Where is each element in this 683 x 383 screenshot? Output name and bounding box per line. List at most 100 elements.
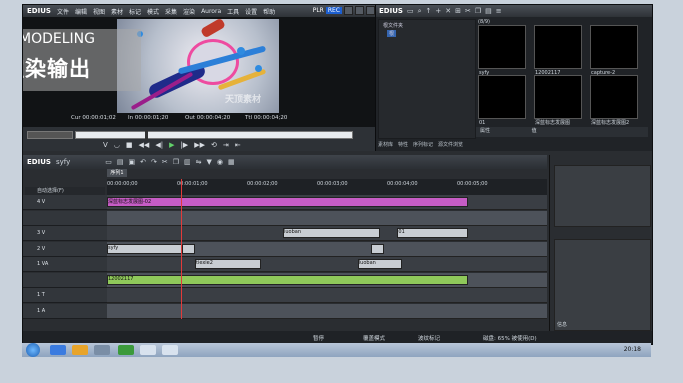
clip-thumb[interactable]: 12002117 [534,25,582,76]
taskbar-edius-icon[interactable] [118,345,134,355]
track-lane[interactable] [107,210,547,226]
insert-icon[interactable]: ⇥ [223,141,229,149]
paste-icon[interactable]: ▤ [485,7,492,15]
taskbar-app-icon[interactable] [162,345,178,355]
list-view-icon[interactable]: ≡ [496,7,502,15]
menu-help[interactable]: 帮助 [263,7,275,16]
plr-label[interactable]: PLR [313,7,324,14]
rewind-icon[interactable]: ◀◀ [139,141,150,149]
tab-sequence[interactable]: 序列1 [107,169,127,177]
plr-rec-toggle[interactable]: PLR REC [313,6,375,15]
stop-icon[interactable]: ■ [126,141,133,149]
rec-label[interactable]: REC [325,7,342,14]
search-icon[interactable]: ⌕ [418,7,422,16]
menu-capture[interactable]: 采集 [165,7,177,16]
track-lane[interactable] [107,288,547,303]
new-sequence-icon[interactable]: ▭ [105,158,112,166]
menu-aurora[interactable]: Aurora [201,8,221,15]
clip-thumb[interactable]: 深蓝标志发展图2 [590,75,638,126]
step-forward-icon[interactable]: |▶ [180,141,188,149]
export-icon[interactable]: ▦ [228,158,235,166]
track-lane[interactable]: 深蓝标志发展图-02 [107,195,547,210]
taskbar-app-icon[interactable] [94,345,110,355]
menu-edit[interactable]: 编辑 [75,7,87,16]
menu-mode[interactable]: 模式 [147,7,159,16]
clip-thumb[interactable]: 01 [478,75,526,126]
folder-icon[interactable]: ▭ [407,7,414,15]
cut-icon[interactable]: ✂ [162,158,168,166]
set-in-icon[interactable]: ᐯ [103,141,108,149]
track-header[interactable]: 3 V [23,226,107,241]
loop-icon[interactable]: ⟲ [211,141,217,149]
track-lane[interactable]: tiexie2 luoban [107,257,547,272]
track-header[interactable]: 1 T [23,288,107,303]
undo-icon[interactable]: ↶ [140,158,146,166]
clip-thumb[interactable]: 深蓝标志发展图 [534,75,582,126]
taskbar-app-icon[interactable] [140,345,156,355]
close-button[interactable] [366,6,375,15]
clip-thumb[interactable]: syfy [478,25,526,76]
shuttle-slider[interactable] [27,131,73,139]
track-lane[interactable]: 12002117 [107,272,547,288]
tree-folder[interactable]: 根 [387,30,397,37]
copy-icon[interactable]: ❐ [173,158,179,166]
open-icon[interactable]: ▤ [117,158,124,166]
menu-file[interactable]: 文件 [57,7,69,16]
track-lane[interactable]: syfy [107,241,547,257]
add-clip-icon[interactable]: ⊞ [455,7,461,15]
paste-icon[interactable]: ▥ [184,158,191,166]
timeline-clip[interactable]: 12002117 [107,274,468,285]
set-out-icon[interactable]: ◡ [114,141,120,149]
tab-sequence-markers[interactable]: 序列标记 [413,141,433,148]
menu-marker[interactable]: 标记 [129,7,141,16]
menu-clip[interactable]: 素材 [111,7,123,16]
maximize-button[interactable] [355,6,364,15]
timeline-clip[interactable]: tiexie2 [195,259,261,269]
render-icon[interactable]: ◉ [217,158,223,166]
menu-view[interactable]: 视图 [93,7,105,16]
delete-icon[interactable]: ✕ [445,7,451,15]
redo-icon[interactable]: ↷ [151,158,157,166]
menu-settings[interactable]: 设置 [245,7,257,16]
save-icon[interactable]: ▣ [128,158,135,166]
taskbar-folder-icon[interactable] [72,345,88,355]
menu-render[interactable]: 渲染 [183,7,195,16]
step-back-icon[interactable]: ◀| [155,141,163,149]
timeline-clip[interactable]: luoban [283,228,380,238]
timeline-clip[interactable]: syfy [107,243,182,254]
timeline-cursor[interactable] [181,179,182,319]
timeline-clip[interactable]: 01 [397,228,468,238]
taskbar-app-icon[interactable] [50,345,66,355]
up-icon[interactable]: ↑ [425,7,431,15]
timeline-clip[interactable] [371,243,385,254]
tree-root[interactable]: 根文件夹 [383,22,403,29]
menu-tools[interactable]: 工具 [227,7,239,16]
track-lane[interactable]: luoban 01 [107,226,547,241]
marker-icon[interactable]: ▼ [207,158,212,166]
start-button[interactable] [26,343,40,357]
track-header[interactable]: 4 V [23,195,107,210]
play-icon[interactable]: ▶ [169,141,174,149]
clock[interactable]: 20:18 [624,346,641,353]
overwrite-icon[interactable]: ⇤ [235,141,241,149]
minimize-button[interactable] [344,6,353,15]
position-slider[interactable] [75,130,353,140]
track-header[interactable]: 1 A [23,303,107,319]
clip-thumb[interactable]: capture-2 [590,25,638,76]
new-icon[interactable]: + [435,7,441,15]
cut-icon[interactable]: ✂ [465,7,471,15]
tab-properties[interactable]: 特性 [398,141,408,148]
track-header[interactable] [23,210,107,226]
timeline-clip[interactable]: luoban [357,259,402,269]
timeline-ruler[interactable]: 00:00:00;00 00:00:01;00 00:00:02;00 00:00:0… [107,179,547,195]
position-slider-knob[interactable] [144,130,148,140]
track-header[interactable]: 2 V [23,241,107,257]
track-lane[interactable] [107,303,547,319]
tab-bin[interactable]: 素材库 [378,141,393,148]
track-header[interactable]: 1 VA [23,257,107,272]
timeline-clip[interactable]: 深蓝标志发展图-02 [107,197,468,207]
timeline-clip[interactable] [181,243,195,254]
copy-icon[interactable]: ❐ [475,7,481,15]
tab-source-browser[interactable]: 源文件浏览 [438,141,463,148]
ripple-icon[interactable]: ⇋ [196,158,202,166]
